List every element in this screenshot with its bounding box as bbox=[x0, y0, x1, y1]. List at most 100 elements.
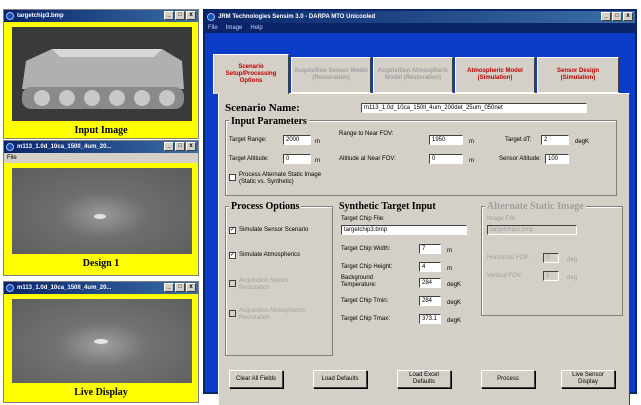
target-blob bbox=[94, 339, 108, 344]
close-button[interactable]: x bbox=[186, 283, 196, 292]
close-button[interactable]: x bbox=[186, 11, 196, 20]
chip-tmin-unit: degK bbox=[447, 300, 462, 306]
clear-all-fields-button[interactable]: Clear All Fields bbox=[229, 370, 283, 388]
chip-tmax-unit: degK bbox=[447, 318, 462, 324]
design-window: m113_1.0d_10ca_150ll_4um_20... _ □ x Fil… bbox=[3, 140, 199, 276]
target-range-unit: m bbox=[315, 139, 320, 145]
minimize-button[interactable]: _ bbox=[601, 12, 611, 21]
range-near-fov-unit: m bbox=[469, 139, 474, 145]
design-titlebar[interactable]: m113_1.0d_10ca_150ll_4um_20... _ □ x bbox=[4, 141, 198, 153]
background-temperature-input[interactable]: 284 bbox=[419, 278, 441, 288]
menu-help[interactable]: Help bbox=[250, 23, 262, 33]
menu-image[interactable]: Image bbox=[226, 23, 243, 33]
synthetic-target-header: Synthetic Target Input bbox=[339, 201, 436, 212]
alternate-static-checkbox[interactable] bbox=[229, 174, 236, 181]
app-icon bbox=[207, 13, 215, 21]
chip-tmax-label: Target Chip Tmax: bbox=[341, 316, 390, 322]
sensor-altitude-input[interactable]: 100 bbox=[545, 154, 569, 164]
acq-atmospherics-restoration-label: Acquisition Atmospherics Restoration bbox=[239, 308, 306, 321]
process-button[interactable]: Process bbox=[481, 370, 535, 388]
chip-width-input[interactable]: 7 bbox=[419, 244, 441, 254]
process-options-header: Process Options bbox=[229, 201, 302, 212]
vertical-fov-label: Vertical FOV: bbox=[487, 273, 523, 279]
minimize-button[interactable]: _ bbox=[164, 283, 174, 292]
live-caption: Live Display bbox=[74, 387, 128, 398]
sensor-altitude-label: Sensor Altitude: bbox=[499, 156, 542, 162]
load-defaults-button[interactable]: Load Defaults bbox=[313, 370, 367, 388]
close-button[interactable]: x bbox=[186, 142, 196, 151]
tab-sensor-design[interactable]: Sensor Design (Simulation) bbox=[537, 57, 619, 93]
window-title: m113_1.0d_10ca_150ll_4um_20... bbox=[17, 144, 112, 150]
chip-height-input[interactable]: 4 bbox=[419, 262, 441, 272]
menu-bar: File Image Help bbox=[205, 23, 635, 33]
target-chip-file-input[interactable]: targetchip3.bmp bbox=[341, 225, 467, 235]
chip-height-unit: m bbox=[447, 266, 452, 272]
horizontal-fov-unit: deg bbox=[567, 257, 578, 263]
tab-atmospheric-model[interactable]: Atmospheric Model (Simulation) bbox=[455, 57, 535, 93]
alternate-static-label: Process Alternate Static Image (Static v… bbox=[239, 172, 322, 185]
window-title: JRM Technologies Sensim 3.0 - DARPA MTO … bbox=[218, 14, 376, 20]
acq-sensor-restoration-label: Acquisition Sensor Restoration bbox=[239, 278, 289, 291]
simulate-sensor-label: Simulate Sensor Scenario bbox=[239, 227, 309, 233]
design-caption: Design 1 bbox=[82, 258, 120, 269]
maximize-button[interactable]: □ bbox=[175, 11, 185, 20]
live-titlebar[interactable]: m113_1.0d_10ca_150ll_4um_20... _ □ x bbox=[4, 282, 198, 294]
target-range-input[interactable]: 2000 bbox=[283, 135, 311, 145]
live-image-view bbox=[12, 299, 192, 383]
chip-width-label: Target Chip Width: bbox=[341, 246, 391, 252]
tab-acquisition-sensor[interactable]: Acquisition Sensor Model (Restoration) bbox=[291, 57, 371, 93]
target-dt-unit: degK bbox=[575, 139, 590, 145]
chip-tmin-label: Target Chip Tmin: bbox=[341, 298, 389, 304]
alternate-static-header: Alternate Static Image bbox=[485, 201, 586, 212]
input-image-caption: Input Image bbox=[74, 125, 128, 136]
target-range-label: Target Range: bbox=[229, 137, 267, 143]
range-near-fov-input[interactable]: 1950 bbox=[429, 135, 463, 145]
image-file-input[interactable]: targetchip3.bmp bbox=[487, 225, 577, 235]
input-image-titlebar[interactable]: targetchip3.bmp _ □ x bbox=[4, 10, 198, 22]
chip-tmin-input[interactable]: 284 bbox=[419, 296, 441, 306]
window-title: m113_1.0d_10ca_150ll_4um_20... bbox=[17, 285, 112, 291]
main-titlebar[interactable]: JRM Technologies Sensim 3.0 - DARPA MTO … bbox=[205, 11, 635, 23]
background-temperature-label: Background Temperature: bbox=[341, 275, 377, 288]
tab-acquisition-atmospheric[interactable]: Acquisition Atmospheric Model (Restorati… bbox=[373, 57, 453, 93]
input-image-view bbox=[12, 27, 192, 121]
input-image-window: targetchip3.bmp _ □ x Input Image bbox=[3, 9, 199, 139]
live-sensor-display-button[interactable]: Live Sensor Display bbox=[561, 370, 615, 388]
chip-tmax-input[interactable]: 373.1 bbox=[419, 314, 441, 324]
minimize-button[interactable]: _ bbox=[164, 11, 174, 20]
main-content: Scenario Setup/Processing Options Acquis… bbox=[205, 33, 635, 405]
live-display-window: m113_1.0d_10ca_150ll_4um_20... _ □ x Liv… bbox=[3, 281, 199, 403]
scenario-panel: Scenario Name: m113_1.0d_10ca_150ll_4um_… bbox=[218, 93, 630, 405]
vehicle-image bbox=[22, 49, 184, 109]
scenario-name-input[interactable]: m113_1.0d_10ca_150ll_4um_200det_25um_050… bbox=[361, 103, 587, 113]
simulate-atmospherics-checkbox[interactable]: ✓ bbox=[229, 252, 236, 259]
menu-file[interactable]: File bbox=[4, 153, 198, 163]
minimize-button[interactable]: _ bbox=[164, 142, 174, 151]
image-file-label: Image File: bbox=[487, 216, 517, 222]
menu-file[interactable]: File bbox=[208, 23, 218, 33]
maximize-button[interactable]: □ bbox=[612, 12, 622, 21]
horizontal-fov-label: Horizontal FOV: bbox=[487, 255, 530, 261]
acq-atmospherics-restoration-checkbox[interactable] bbox=[229, 310, 236, 317]
vertical-fov-input[interactable]: 1 bbox=[543, 271, 559, 281]
simulate-sensor-checkbox[interactable]: ✓ bbox=[229, 227, 236, 234]
target-altitude-input[interactable]: 0 bbox=[283, 154, 311, 164]
load-excel-defaults-button[interactable]: Load Excel Defaults bbox=[397, 370, 451, 388]
background-temperature-unit: degK bbox=[447, 282, 462, 288]
altitude-near-fov-unit: m bbox=[469, 158, 474, 164]
target-altitude-unit: m bbox=[315, 158, 320, 164]
close-button[interactable]: x bbox=[623, 12, 633, 21]
design-image-view bbox=[12, 168, 192, 254]
window-title: targetchip3.bmp bbox=[17, 13, 64, 19]
maximize-button[interactable]: □ bbox=[175, 142, 185, 151]
app-icon bbox=[6, 284, 14, 292]
altitude-near-fov-input[interactable]: 0 bbox=[429, 154, 463, 164]
acq-sensor-restoration-checkbox[interactable] bbox=[229, 280, 236, 287]
target-dt-input[interactable]: 2 bbox=[541, 135, 569, 145]
target-chip-file-label: Target Chip File: bbox=[341, 216, 385, 222]
maximize-button[interactable]: □ bbox=[175, 283, 185, 292]
horizontal-fov-input[interactable]: 2 bbox=[543, 253, 559, 263]
vertical-fov-unit: deg bbox=[567, 275, 578, 281]
tab-scenario-setup[interactable]: Scenario Setup/Processing Options bbox=[213, 54, 289, 94]
target-dt-label: Target dT: bbox=[505, 137, 532, 143]
